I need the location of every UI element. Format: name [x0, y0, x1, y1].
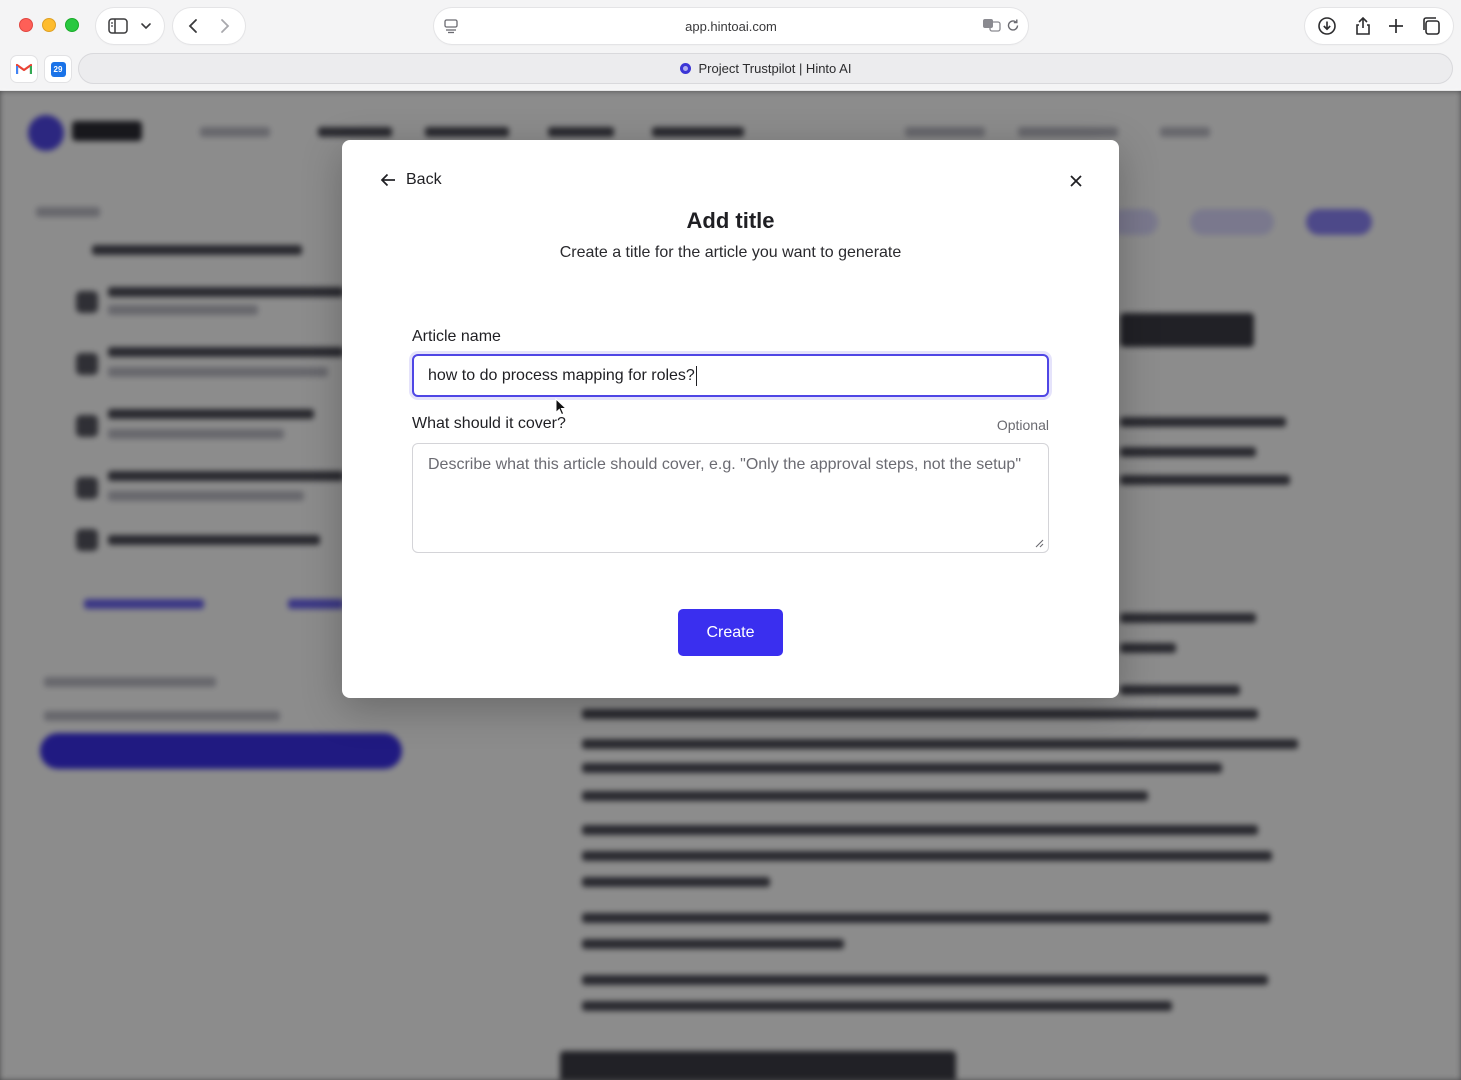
tab-title: Project Trustpilot | Hinto AI	[698, 61, 852, 76]
reload-icon[interactable]	[1006, 17, 1020, 33]
cover-textarea[interactable]: Describe what this article should cover,…	[412, 443, 1049, 553]
article-name-input[interactable]: how to do process mapping for roles?	[412, 354, 1049, 397]
sidebar-icon[interactable]	[108, 18, 128, 34]
gmail-icon	[16, 63, 32, 75]
article-name-value: how to do process mapping for roles?	[428, 366, 695, 384]
translate-icon[interactable]	[982, 17, 1002, 33]
share-icon[interactable]	[1354, 16, 1372, 36]
mouse-pointer-icon	[555, 398, 567, 416]
close-icon	[1067, 172, 1085, 190]
fullscreen-window-button[interactable]	[65, 18, 79, 32]
active-tab[interactable]: Project Trustpilot | Hinto AI	[78, 53, 1453, 84]
cover-placeholder: Describe what this article should cover,…	[428, 456, 1022, 473]
history-nav-group	[173, 8, 245, 44]
address-bar[interactable]: app.hintoai.com	[434, 8, 1028, 44]
tab-overview-icon[interactable]	[1421, 16, 1441, 36]
text-caret	[695, 365, 698, 386]
window-controls	[19, 18, 79, 32]
resize-handle-icon[interactable]	[1034, 538, 1044, 548]
hinto-favicon-icon	[679, 63, 691, 74]
modal-subtitle: Create a title for the article you want …	[559, 244, 902, 261]
back-button[interactable]: Back	[380, 171, 442, 189]
address-actions	[982, 17, 1020, 33]
sidebar-toggle-group	[96, 8, 164, 44]
close-window-button[interactable]	[19, 18, 33, 32]
back-arrow-icon[interactable]	[187, 18, 199, 34]
minimize-window-button[interactable]	[42, 18, 56, 32]
close-modal-button[interactable]	[1067, 172, 1085, 190]
create-button[interactable]: Create	[678, 609, 783, 656]
cover-label: What should it cover?	[412, 415, 566, 432]
optional-label: Optional	[996, 417, 1049, 433]
gmail-bookmark[interactable]	[11, 56, 37, 82]
page-menu-icon[interactable]	[444, 18, 458, 34]
new-tab-icon[interactable]	[1388, 18, 1404, 34]
download-icon[interactable]	[1317, 16, 1337, 36]
browser-toolbar: app.hintoai.com 29 Project Trustpilot | …	[0, 0, 1461, 91]
chevron-down-icon[interactable]	[140, 22, 152, 30]
browser-actions	[1305, 8, 1453, 44]
forward-arrow-icon[interactable]	[219, 18, 231, 34]
article-name-label: Article name	[412, 328, 501, 345]
arrow-left-icon	[380, 173, 396, 187]
calendar-icon: 29	[50, 61, 66, 77]
add-title-modal: Back Add title Create a title for the ar…	[342, 140, 1119, 698]
calendar-bookmark[interactable]: 29	[45, 56, 71, 82]
url-text: app.hintoai.com	[685, 18, 777, 34]
back-label: Back	[406, 171, 442, 188]
modal-title: Add title	[686, 208, 775, 233]
